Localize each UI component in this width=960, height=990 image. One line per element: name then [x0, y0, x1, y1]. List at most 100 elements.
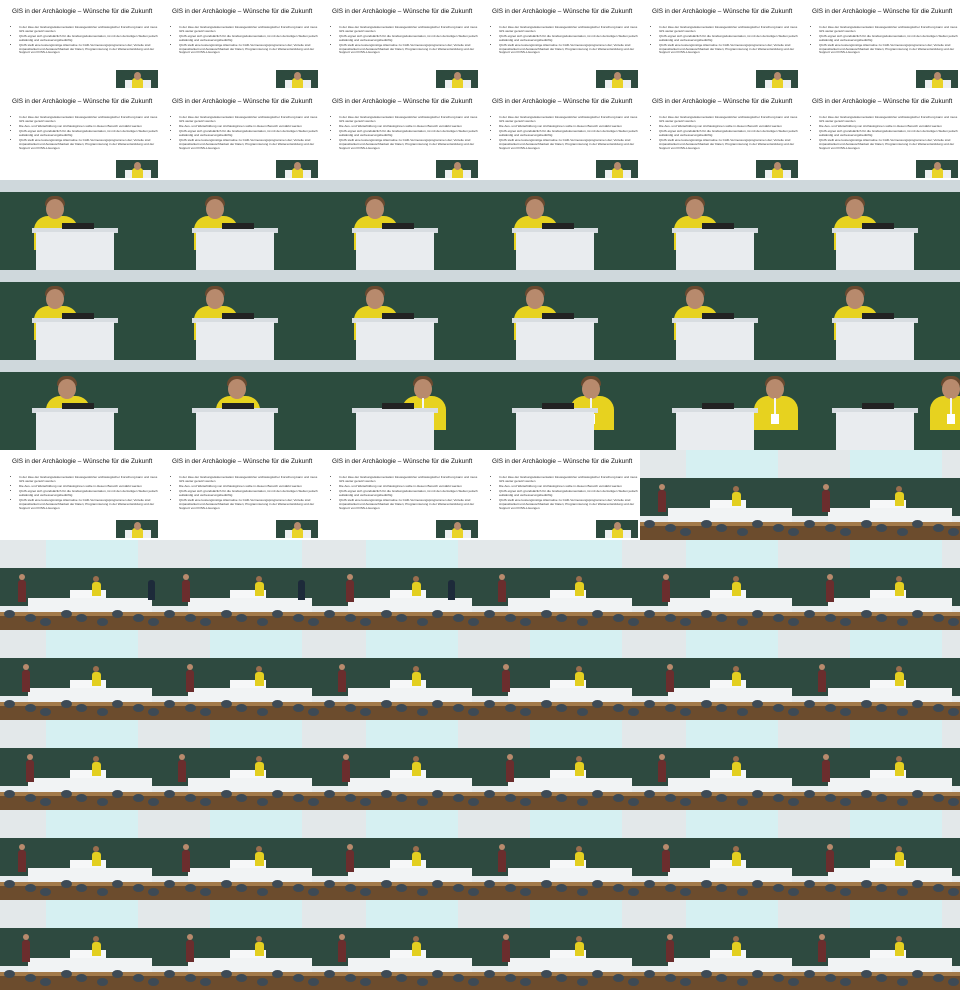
- audience-head: [293, 614, 304, 622]
- slide-bullet-list: In der Idee der Grabungsdokumentation fo…: [494, 25, 639, 57]
- projection-screen: [686, 810, 778, 840]
- audience-head: [133, 794, 144, 802]
- audience-head: [825, 524, 836, 532]
- audience-head: [577, 618, 588, 626]
- speaker-head: [686, 289, 704, 309]
- projection-screen: [366, 810, 458, 840]
- audience-head: [40, 798, 51, 806]
- audience-head: [861, 970, 872, 978]
- speaker-head: [846, 199, 864, 219]
- slide-frame: GIS in der Archäologie – Wünsche für die…: [320, 90, 480, 180]
- lecture-hall-frame: [640, 720, 800, 810]
- audience-head: [773, 524, 784, 532]
- audience-head: [308, 708, 319, 716]
- audience-head: [257, 978, 268, 986]
- laptop: [702, 223, 734, 229]
- audience-head: [737, 528, 748, 536]
- laptop: [382, 313, 414, 319]
- speaker-yellow: [732, 762, 741, 776]
- speaker-yellow-head: [93, 846, 99, 852]
- audience-head: [644, 610, 655, 618]
- speaker-maroon: [826, 850, 834, 872]
- slide-bullet: QGIS stellt eine kostengünstige Alternat…: [179, 138, 319, 150]
- audience-head: [613, 704, 624, 712]
- audience-head: [541, 880, 552, 888]
- audience-head: [148, 888, 159, 896]
- slide-title: GIS in der Archäologie – Wünsche für die…: [652, 98, 793, 105]
- front-desk: [668, 688, 792, 702]
- audience-head: [164, 880, 175, 888]
- audience-head: [4, 700, 15, 708]
- audience-head: [112, 880, 123, 888]
- audience-head: [680, 528, 691, 536]
- lecture-hall-frame: [800, 630, 960, 720]
- audience-head: [468, 618, 479, 626]
- lecture-hall-frame: [320, 810, 480, 900]
- speaker-maroon-head: [347, 844, 353, 850]
- speaker-yellow-head: [256, 666, 262, 672]
- audience-head: [644, 700, 655, 708]
- audience-head: [417, 978, 428, 986]
- front-desk: [828, 508, 952, 522]
- speaker-yellow-head: [896, 936, 902, 942]
- audience-head: [680, 978, 691, 986]
- audience-head: [541, 700, 552, 708]
- audience-head: [788, 708, 799, 716]
- audience-head: [185, 614, 196, 622]
- slide-frame: GIS in der Archäologie – Wünsche für die…: [160, 90, 320, 180]
- front-desk: [348, 598, 472, 612]
- speaker-head: [366, 199, 384, 219]
- audience-head: [665, 974, 676, 982]
- audience-head: [861, 610, 872, 618]
- audience-head: [897, 618, 908, 626]
- audience-head: [484, 970, 495, 978]
- slide-bullet: QGIS eignet sich grundsätzlich für die G…: [819, 129, 959, 137]
- audience-head: [804, 970, 815, 978]
- audience-head: [360, 978, 371, 986]
- audience-head: [345, 614, 356, 622]
- audience-head: [912, 520, 923, 528]
- projection-screen: [366, 540, 458, 570]
- speaker-yellow: [412, 942, 421, 956]
- slide-frame: GIS in der Archäologie – Wünsche für die…: [640, 90, 800, 180]
- audience-head: [221, 610, 232, 618]
- audience-head: [644, 790, 655, 798]
- audience-head: [148, 708, 159, 716]
- audience-head: [345, 794, 356, 802]
- slide-bullet: QGIS eignet sich grundsätzlich für die G…: [659, 34, 799, 42]
- slide-bullet: QGIS eignet sich grundsätzlich für die G…: [339, 129, 479, 137]
- audience-head: [912, 610, 923, 618]
- podium: [676, 322, 754, 360]
- audience-head: [613, 794, 624, 802]
- slide-bullet: QGIS eignet sich grundsätzlich für die G…: [179, 34, 319, 42]
- speaker-yellow: [92, 672, 101, 686]
- slide-bullet: Die Aus- und Weiterbildung von Archäolog…: [179, 124, 319, 129]
- lecture-hall-frame: [800, 540, 960, 630]
- speaker-maroon-head: [339, 664, 345, 670]
- lecture-hall-frame: [320, 630, 480, 720]
- audience-head: [665, 704, 676, 712]
- window-strip: [160, 180, 320, 192]
- slide-bullet: QGIS eignet sich grundsätzlich für die G…: [179, 129, 319, 137]
- speaker-yellow-shirt: [930, 396, 960, 430]
- laptop: [222, 223, 254, 229]
- speaker-maroon-head: [499, 844, 505, 850]
- speaker-yellow-head: [576, 576, 582, 582]
- audience-head: [293, 884, 304, 892]
- slide-bullet: In der Idee der Grabungsdokumentation fo…: [659, 115, 799, 123]
- window-strip: [480, 270, 640, 282]
- laptop: [862, 313, 894, 319]
- audience-member-standing: [148, 580, 155, 600]
- audience-head: [236, 614, 247, 622]
- slide-frame: GIS in der Archäologie – Wünsche für die…: [320, 0, 480, 90]
- speaker-yellow-head: [733, 666, 739, 672]
- front-desk: [508, 868, 632, 882]
- speaker-yellow-head: [733, 846, 739, 852]
- speaker-head: [206, 199, 224, 219]
- speaker-closeup-frame: [320, 180, 480, 270]
- audience-head: [484, 880, 495, 888]
- speaker-maroon-head: [499, 574, 505, 580]
- audience-head: [840, 798, 851, 806]
- window-strip: [640, 360, 800, 372]
- audience-head: [468, 978, 479, 986]
